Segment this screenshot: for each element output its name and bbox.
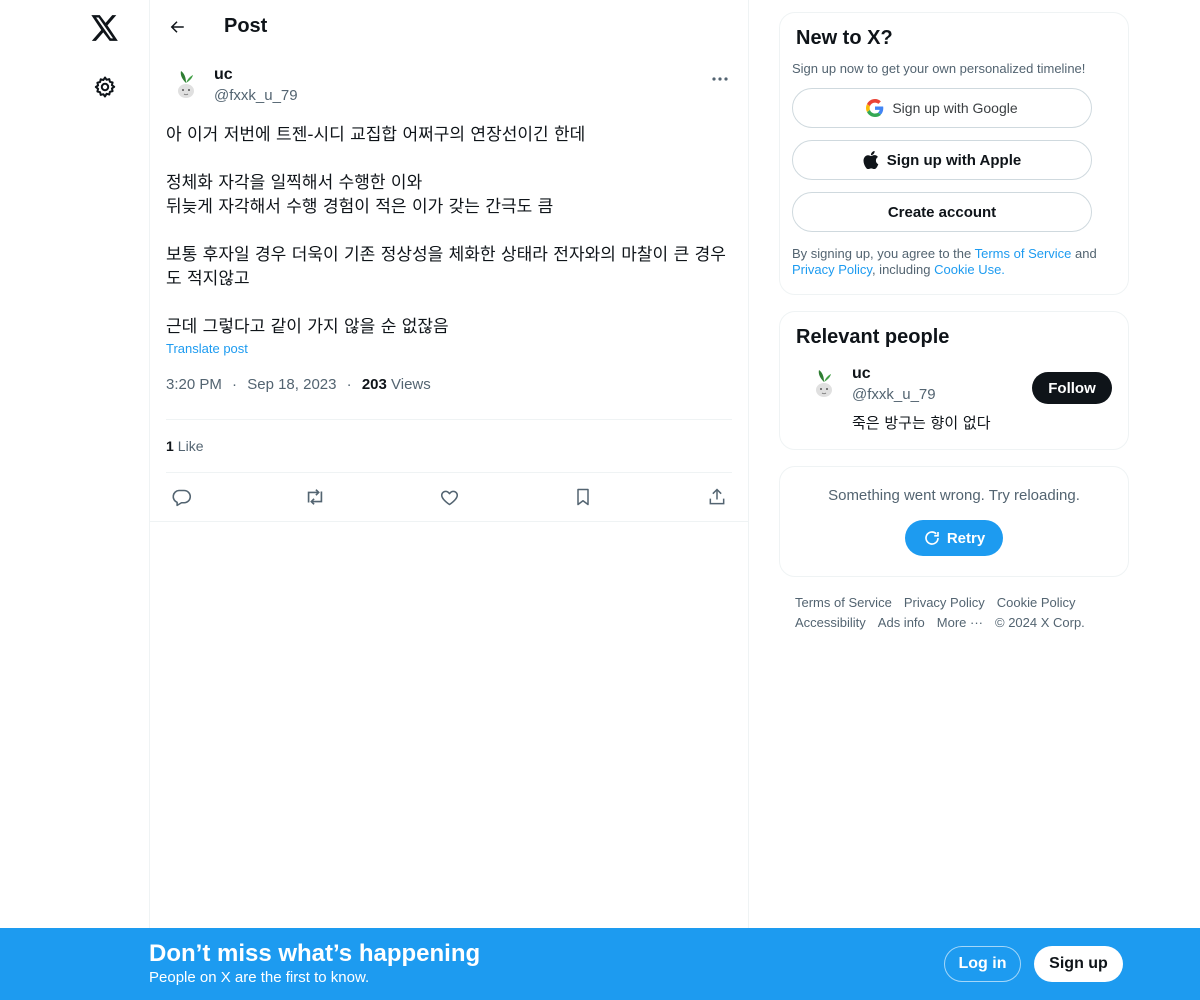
avatar[interactable]: [804, 364, 844, 404]
views-count: 203: [361, 376, 387, 393]
meta-separator: ·: [232, 376, 238, 393]
create-account-label: Create account: [887, 203, 997, 221]
post-time[interactable]: 3:20 PM: [166, 376, 222, 393]
relevant-person[interactable]: uc @fxxk_u_79 죽은 방구는 향이 없다 Follow: [796, 364, 1112, 433]
banner-title: Don’t miss what’s happening: [149, 940, 481, 967]
privacy-policy-link[interactable]: Privacy Policy: [792, 262, 872, 277]
more-icon[interactable]: [708, 69, 732, 89]
apple-icon: [863, 151, 879, 169]
footer-copyright: © 2024 X Corp.: [995, 615, 1085, 630]
signup-banner: Don’t miss what’s happening People on X …: [0, 928, 1200, 1000]
post-meta: 3:20 PM · Sep 18, 2023 · 203 Views: [166, 376, 732, 420]
google-signup-button[interactable]: Sign up with Google: [792, 88, 1092, 128]
post-actions: [166, 473, 732, 521]
cookie-use-link[interactable]: Cookie Use.: [934, 262, 1005, 277]
arrow-left-icon[interactable]: [166, 16, 188, 38]
reply-icon[interactable]: [170, 486, 192, 508]
avatar[interactable]: [166, 65, 206, 105]
new-to-x-title: New to X?: [796, 27, 893, 49]
error-card: Something went wrong. Try reloading. Ret…: [779, 466, 1129, 577]
retry-label: Retry: [946, 529, 986, 547]
footer-privacy-link[interactable]: Privacy Policy: [904, 595, 985, 610]
post: uc @fxxk_u_79 아 이거 저번에 트젠-시디 교집합 어쩌구의 연장…: [150, 53, 748, 522]
likes-label: Like: [177, 438, 204, 454]
footer-more-link[interactable]: More ···: [937, 615, 983, 630]
post-author: uc @fxxk_u_79: [166, 65, 732, 113]
terms-including: , including: [871, 262, 935, 277]
google-signup-label: Sign up with Google: [892, 100, 1018, 116]
apple-signup-button[interactable]: Sign up with Apple: [792, 140, 1092, 180]
relevant-people-title: Relevant people: [796, 326, 950, 348]
google-icon: [866, 99, 884, 117]
page-title: Post: [224, 15, 268, 37]
meta-separator: ·: [346, 376, 352, 393]
footer-links: Terms of Service Privacy Policy Cookie Pol…: [779, 593, 1129, 633]
terms-of-service-link[interactable]: Terms of Service: [975, 246, 1072, 261]
person-bio: 죽은 방구는 향이 없다: [852, 414, 991, 432]
person-name[interactable]: uc: [852, 364, 991, 384]
post-text: 아 이거 저번에 트젠-시디 교집합 어쩌구의 연장선이긴 한데 정체화 자각을…: [166, 125, 726, 337]
follow-button[interactable]: Follow: [1032, 372, 1112, 404]
terms-prefix: By signing up, you agree to the: [792, 246, 975, 261]
person-handle[interactable]: @fxxk_u_79: [852, 384, 991, 406]
gear-icon[interactable]: [82, 64, 128, 110]
post-header: Post: [150, 0, 748, 53]
left-nav: [0, 0, 149, 1000]
refresh-icon: [923, 529, 941, 547]
create-account-button[interactable]: Create account: [792, 192, 1092, 232]
new-to-x-card: New to X? Sign up now to get your own pe…: [779, 12, 1129, 295]
relevant-people-card: Relevant people uc @fxxk_u_79 죽은 방구는 향이 …: [779, 311, 1129, 450]
share-icon[interactable]: [706, 486, 728, 508]
bookmark-icon[interactable]: [572, 486, 594, 508]
login-button[interactable]: Log in: [944, 946, 1021, 982]
post-date[interactable]: Sep 18, 2023: [247, 376, 336, 393]
right-sidebar: New to X? Sign up now to get your own pe…: [779, 12, 1129, 633]
x-logo-icon[interactable]: [82, 5, 128, 51]
banner-subtitle: People on X are the first to know.: [149, 969, 370, 986]
likes-count: 1: [166, 438, 174, 454]
main-column: Post uc @fxxk_u_79 아 이거 저번에 트젠-시디 교집합 어쩌…: [149, 0, 749, 930]
retry-button[interactable]: Retry: [905, 520, 1003, 556]
new-to-x-subtitle: Sign up now to get your own personalized…: [792, 61, 1086, 76]
translate-link[interactable]: Translate post: [166, 341, 248, 356]
author-handle[interactable]: @fxxk_u_79: [214, 85, 298, 107]
footer-terms-link[interactable]: Terms of Service: [795, 595, 892, 610]
like-icon[interactable]: [438, 486, 460, 508]
footer-accessibility-link[interactable]: Accessibility: [795, 615, 866, 630]
likes-row[interactable]: 1 Like: [166, 420, 732, 473]
apple-signup-label: Sign up with Apple: [886, 151, 1022, 169]
footer-cookie-link[interactable]: Cookie Policy: [997, 595, 1076, 610]
views-label: Views: [391, 376, 431, 393]
signup-button[interactable]: Sign up: [1034, 946, 1123, 982]
author-name[interactable]: uc: [214, 65, 298, 85]
repost-icon[interactable]: [304, 486, 326, 508]
terms-and: and: [1071, 246, 1097, 261]
error-message: Something went wrong. Try reloading.: [828, 487, 1080, 504]
footer-ads-link[interactable]: Ads info: [878, 615, 925, 630]
signup-terms: By signing up, you agree to the Terms of…: [792, 246, 1112, 278]
